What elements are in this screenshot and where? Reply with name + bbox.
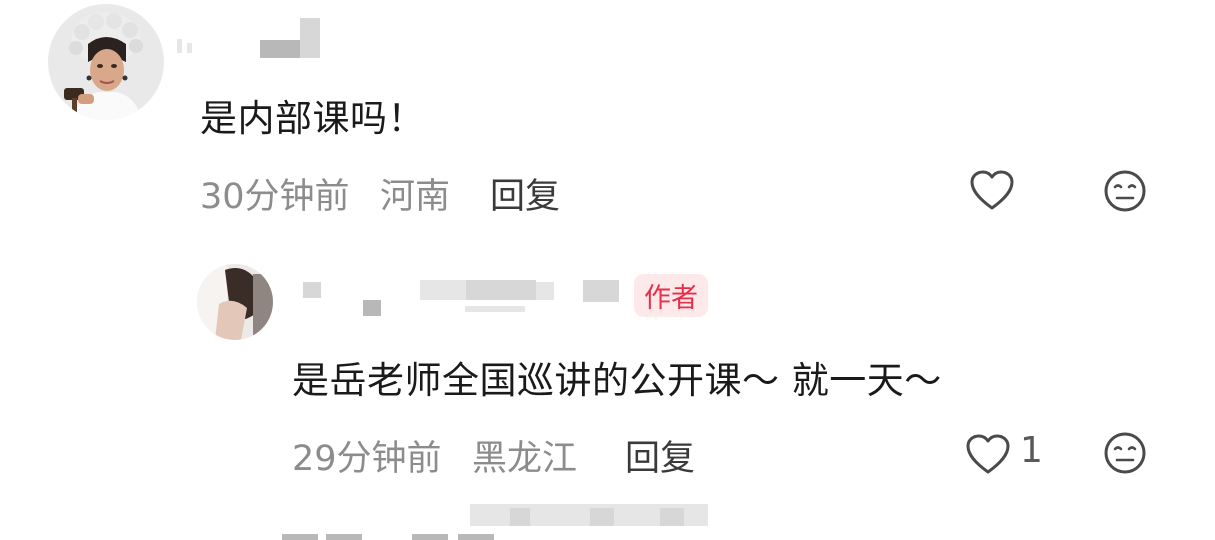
blur-fragment [412,534,448,540]
blur-fragment [260,40,300,58]
blur-fragment [300,18,320,58]
heart-outline-icon [966,434,1010,474]
reply-item: 作者 是岳老师全国巡讲的公开课～ 就一天～ 29分钟前 黑龙江 回复 1 [0,240,1215,480]
comment-item: 是内部课吗！ 30分钟前 河南 回复 [0,0,1215,235]
blurred-expand-row[interactable] [470,500,720,530]
neutral-face-icon [1104,432,1146,474]
dislike-button[interactable] [1102,430,1148,476]
blur-fragment [326,534,362,540]
next-comment-cutoff [282,532,532,540]
comment-location: 河南 [380,177,451,217]
blur-fragment [303,282,321,298]
blur-fragment [458,534,494,540]
dislike-button[interactable] [1102,168,1148,214]
avatar-image [197,264,273,340]
reply-text: 是岳老师全国巡讲的公开课～ 就一天～ [292,359,942,402]
username-blurred[interactable] [175,18,335,66]
blur-fragment [177,39,182,53]
blur-fragment [466,280,536,300]
author-badge: 作者 [634,274,708,317]
blur-fragment [187,43,192,53]
comment-time: 30分钟前 [200,177,350,217]
avatar-image [48,4,164,120]
comment-text: 是内部课吗！ [200,97,425,140]
like-button[interactable] [968,168,1016,214]
reply-button[interactable]: 回复 [625,430,695,481]
blur-fragment [363,300,381,316]
blur-fragment [583,280,619,302]
reply-location: 黑龙江 [472,439,578,479]
blur-fragment [465,306,525,312]
blur-fragment [660,508,684,526]
username-blurred[interactable] [285,268,625,328]
like-button[interactable] [964,432,1012,478]
blur-fragment [282,534,318,540]
reply-time: 29分钟前 [292,439,442,479]
avatar[interactable] [197,264,273,340]
blur-fragment [536,282,554,300]
like-count: 1 [1020,430,1043,471]
blur-fragment [510,508,530,526]
avatar[interactable] [48,4,164,120]
heart-outline-icon [970,170,1014,210]
blur-fragment [420,280,466,300]
neutral-face-icon [1104,170,1146,212]
reply-button[interactable]: 回复 [490,168,560,219]
blur-fragment [590,508,614,526]
